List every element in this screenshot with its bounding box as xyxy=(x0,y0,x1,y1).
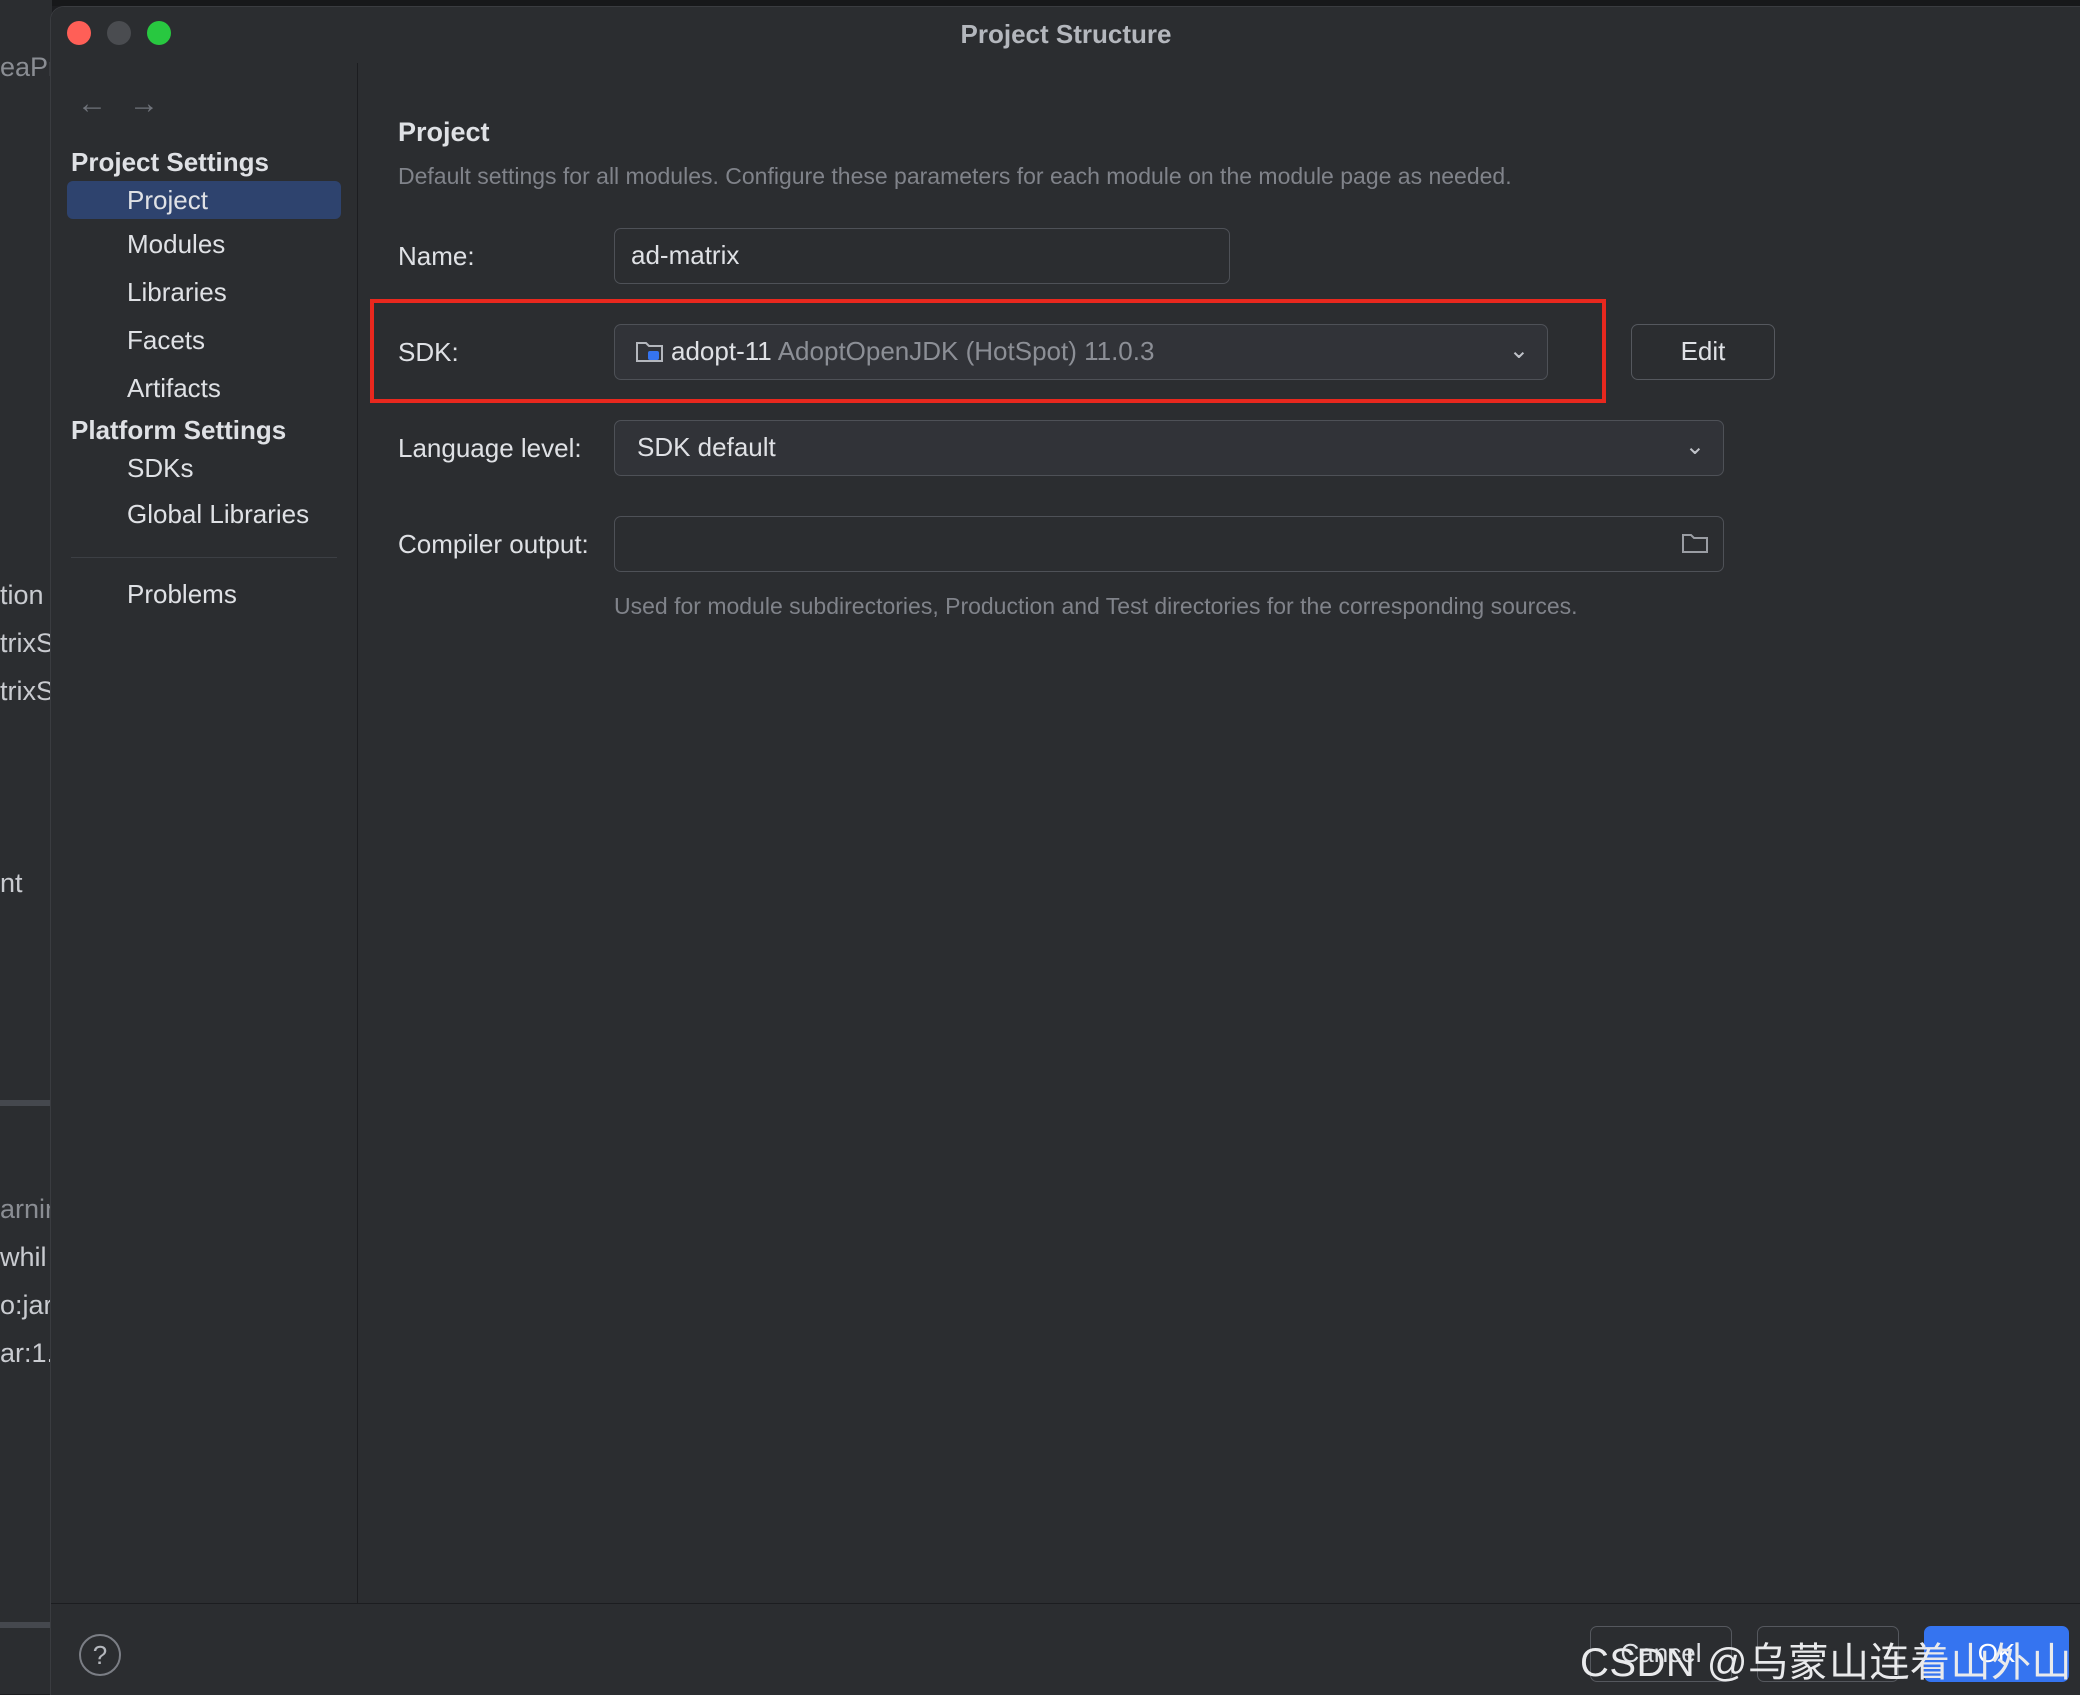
background-text: whil xyxy=(0,1242,47,1272)
browse-folder-icon[interactable] xyxy=(1681,532,1709,554)
project-name-input[interactable]: ad-matrix xyxy=(614,228,1230,284)
project-structure-dialog: Project Structure ← → Project Settings P… xyxy=(50,6,2080,1695)
dialog-title: Project Structure xyxy=(960,19,1172,49)
sdk-edit-button[interactable]: Edit xyxy=(1631,324,1775,380)
sidebar: ← → Project Settings Project Modules Lib… xyxy=(51,63,358,1603)
background-text: tion xyxy=(0,580,44,610)
sidebar-item-sdks[interactable]: SDKs xyxy=(67,449,341,487)
compiler-output-label: Compiler output: xyxy=(398,529,589,559)
background-ide-panel: eaPr tion trixS trixS nt arnir whil o:ja… xyxy=(0,0,52,1694)
background-divider xyxy=(0,1622,52,1628)
sidebar-item-global-libraries[interactable]: Global Libraries xyxy=(67,495,341,533)
sidebar-item-project[interactable]: Project xyxy=(67,181,341,219)
sdk-highlight-box xyxy=(370,299,1606,403)
background-divider xyxy=(0,1100,52,1106)
sidebar-item-modules[interactable]: Modules xyxy=(67,225,341,263)
sidebar-item-problems[interactable]: Problems xyxy=(67,575,341,613)
chevron-down-icon: ⌄ xyxy=(1684,433,1705,460)
language-level-label: Language level: xyxy=(398,433,582,463)
background-text: trixS xyxy=(0,628,52,658)
language-level-dropdown[interactable]: SDK default ⌄ xyxy=(614,420,1724,476)
sidebar-item-facets[interactable]: Facets xyxy=(67,321,341,359)
sidebar-item-artifacts[interactable]: Artifacts xyxy=(67,369,341,407)
language-level-value: SDK default xyxy=(637,432,776,462)
forward-arrow-icon[interactable]: → xyxy=(129,87,159,121)
compiler-output-input[interactable] xyxy=(614,516,1724,572)
sidebar-item-libraries[interactable]: Libraries xyxy=(67,273,341,311)
title-bar: Project Structure xyxy=(51,7,2080,63)
project-settings-panel: Project Default settings for all modules… xyxy=(358,63,2080,1603)
compiler-output-hint: Used for module subdirectories, Producti… xyxy=(614,593,1578,619)
sidebar-divider xyxy=(71,557,337,558)
background-text: eaPr xyxy=(0,52,52,82)
panel-title: Project xyxy=(398,117,490,147)
platform-settings-header: Platform Settings xyxy=(71,415,287,445)
name-label: Name: xyxy=(398,241,475,271)
background-text: trixS xyxy=(0,676,52,706)
help-icon[interactable]: ? xyxy=(79,1634,121,1676)
panel-description: Default settings for all modules. Config… xyxy=(398,163,1512,189)
background-text: ar:1. xyxy=(0,1338,52,1368)
background-text: arnir xyxy=(0,1194,52,1224)
back-arrow-icon[interactable]: ← xyxy=(77,87,107,121)
csdn-watermark: CSDN @乌蒙山连着山外山 xyxy=(1579,1641,2072,1685)
project-settings-header: Project Settings xyxy=(71,147,269,177)
background-text: o:jar: xyxy=(0,1290,52,1320)
background-text: nt xyxy=(0,868,23,898)
